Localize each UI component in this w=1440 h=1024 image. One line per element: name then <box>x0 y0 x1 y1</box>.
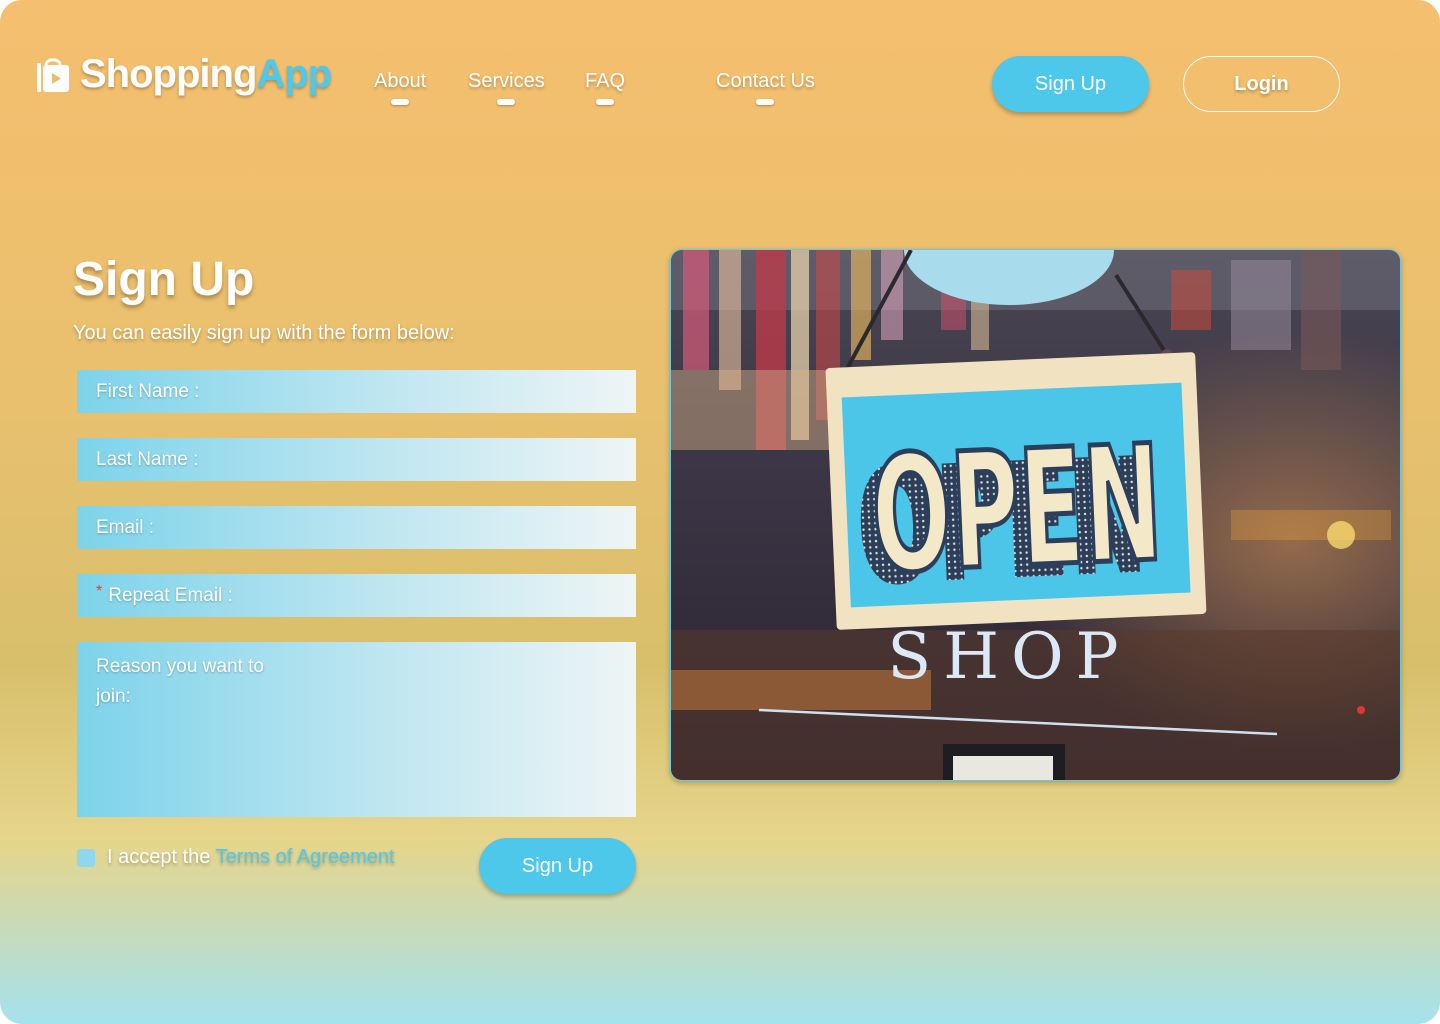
last-name-field[interactable]: Last Name : <box>77 438 636 481</box>
header-signup-button[interactable]: Sign Up <box>992 56 1149 112</box>
repeat-email-field[interactable]: * Repeat Email : <box>77 574 636 617</box>
shop-text: SHOP <box>887 620 1130 694</box>
terms-link[interactable]: Terms of Agreement <box>216 846 395 868</box>
nav-services[interactable]: Services <box>468 70 545 105</box>
open-sign-text: OPEN <box>868 410 1166 609</box>
page-subtitle: You can easily sign up with the form bel… <box>73 322 455 344</box>
email-field[interactable]: Email : <box>77 506 636 549</box>
reason-textarea[interactable]: Reason you want to join: <box>77 642 636 817</box>
logo-text: ShoppingApp <box>80 52 332 96</box>
terms-row: I accept the Terms of Agreement <box>77 846 395 869</box>
nav-indicator <box>756 99 775 105</box>
email-label: Email : <box>96 516 155 538</box>
reason-label: Reason you want to join: <box>96 656 264 707</box>
nav-indicator <box>596 99 614 105</box>
repeat-email-label: Repeat Email : <box>108 584 233 606</box>
shopping-bag-icon <box>37 57 69 92</box>
first-name-label: First Name : <box>96 380 200 402</box>
first-name-field[interactable]: First Name : <box>77 370 636 413</box>
submit-signup-button[interactable]: Sign Up <box>479 838 636 894</box>
nav-about[interactable]: About <box>374 70 426 105</box>
terms-checkbox[interactable] <box>77 848 95 867</box>
open-sign-photo: OPEN OPEN SHOP <box>670 249 1401 781</box>
signup-page: ShoppingApp About Services FAQ Contact U… <box>0 0 1440 1024</box>
login-button[interactable]: Login <box>1183 56 1340 112</box>
nav-indicator <box>497 99 516 105</box>
nav-faq[interactable]: FAQ <box>585 70 625 105</box>
logo[interactable]: ShoppingApp <box>36 52 332 97</box>
accept-text: I accept the Terms of Agreement <box>107 846 395 868</box>
nav-contact-us[interactable]: Contact Us <box>716 70 815 105</box>
required-marker: * <box>96 582 103 600</box>
last-name-label: Last Name : <box>96 448 199 470</box>
nav-indicator <box>391 99 410 105</box>
page-title: Sign Up <box>73 253 255 306</box>
